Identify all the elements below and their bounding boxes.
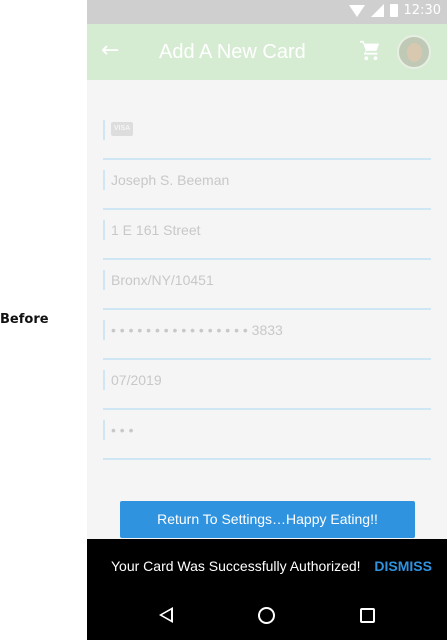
dismiss-button[interactable]: DISMISS xyxy=(374,558,432,574)
back-arrow-icon[interactable]: ← xyxy=(101,38,119,63)
card-form: VISA Joseph S. Beeman 1 E 161 Street Bro… xyxy=(103,110,431,460)
cvv-field[interactable]: • • • xyxy=(103,410,431,460)
status-bar: 12:30 xyxy=(87,0,447,24)
card-type-field[interactable]: VISA xyxy=(103,110,431,160)
cvv-value: • • • xyxy=(111,422,134,438)
snackbar: Your Card Was Successfully Authorized! D… xyxy=(87,539,447,593)
battery-icon xyxy=(389,4,398,17)
city-state-zip-value: Bronx/NY/10451 xyxy=(111,272,214,288)
page: Before 12:30 ← Add A New Card VISA Josep… xyxy=(0,0,447,640)
phone-screen: 12:30 ← Add A New Card VISA Joseph S. Be xyxy=(87,0,447,640)
system-nav-bar xyxy=(87,593,447,640)
name-field[interactable]: Joseph S. Beeman xyxy=(103,160,431,210)
before-label: Before xyxy=(0,312,49,327)
card-number-field[interactable]: • • • • • • • • • • • • • • • • 3833 xyxy=(103,310,431,360)
nav-recents-icon[interactable] xyxy=(360,608,375,623)
city-state-zip-field[interactable]: Bronx/NY/10451 xyxy=(103,260,431,310)
expiry-field[interactable]: 07/2019 xyxy=(103,360,431,410)
status-time: 12:30 xyxy=(403,3,441,18)
snackbar-message: Your Card Was Successfully Authorized! xyxy=(111,558,361,574)
address-field[interactable]: 1 E 161 Street xyxy=(103,210,431,260)
avatar[interactable] xyxy=(397,35,431,69)
nav-home-icon[interactable] xyxy=(258,607,275,624)
wifi-icon xyxy=(348,4,365,17)
page-title: Add A New Card xyxy=(159,41,306,63)
card-number-value: • • • • • • • • • • • • • • • • 3833 xyxy=(111,322,283,338)
expiry-value: 07/2019 xyxy=(111,372,162,388)
address-value: 1 E 161 Street xyxy=(111,222,201,238)
return-to-settings-button[interactable]: Return To Settings…Happy Eating!! xyxy=(120,501,415,538)
app-bar: ← Add A New Card xyxy=(87,24,447,80)
name-value: Joseph S. Beeman xyxy=(111,172,230,188)
signal-icon xyxy=(370,4,384,17)
nav-back-icon[interactable] xyxy=(159,607,173,623)
visa-card-icon: VISA xyxy=(111,122,133,136)
shopping-cart-icon[interactable] xyxy=(359,39,381,61)
